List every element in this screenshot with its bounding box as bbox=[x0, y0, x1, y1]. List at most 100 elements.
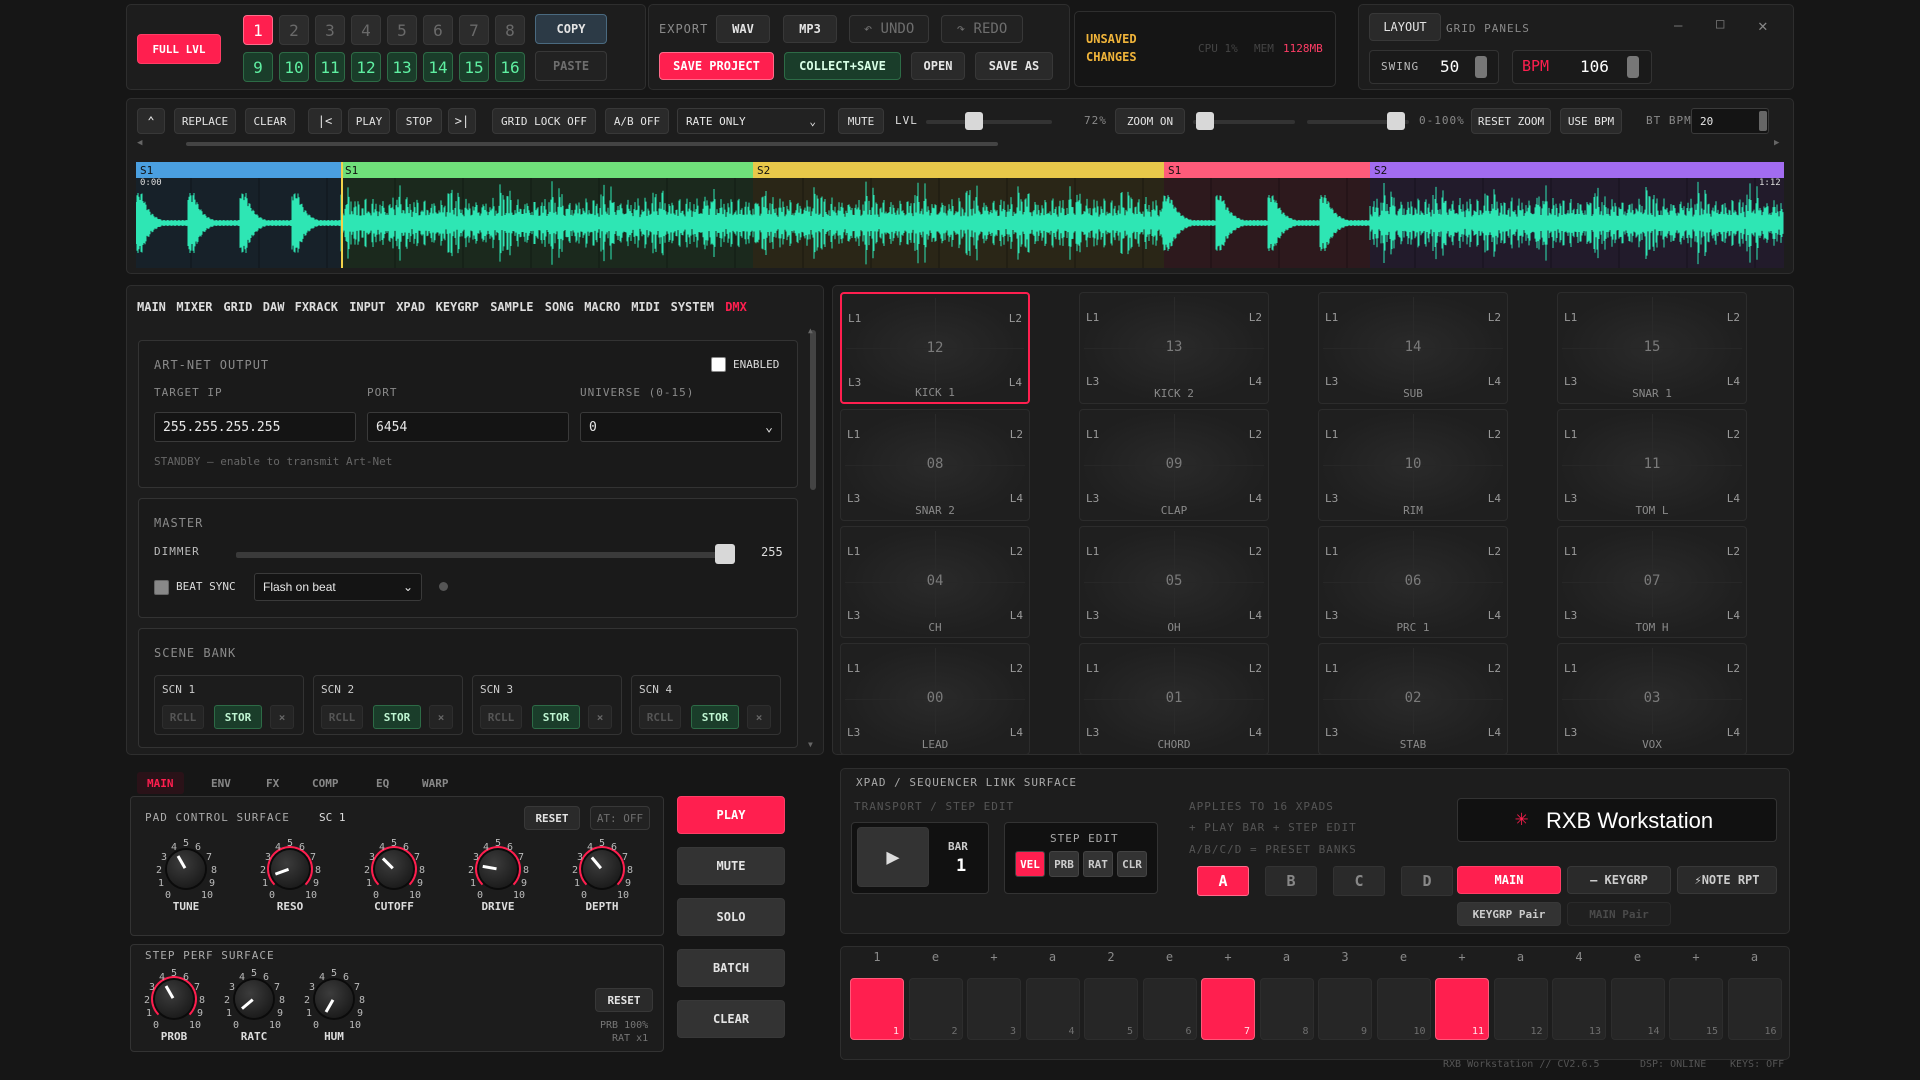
keygrp-mode-button[interactable]: — KEYGRP bbox=[1567, 866, 1671, 894]
pad-control-tab-eq[interactable]: EQ bbox=[366, 772, 399, 794]
side-clear-button[interactable]: CLEAR bbox=[677, 1000, 785, 1038]
ab-button[interactable]: A/B OFF bbox=[605, 108, 669, 134]
step-button[interactable]: 13 bbox=[1552, 978, 1606, 1040]
pad-control-tab-warp[interactable]: WARP bbox=[412, 772, 459, 794]
xpad[interactable]: L1 L2 L3 L4 10 RIM bbox=[1318, 409, 1508, 521]
dimmer-slider[interactable] bbox=[236, 552, 726, 558]
use-bpm-button[interactable]: USE BPM bbox=[1560, 108, 1622, 134]
slot-button-9[interactable]: 9 bbox=[243, 52, 273, 82]
knob-ratc[interactable]: 0 1 2 3 4 5 6 7 8 9 10 RATC bbox=[223, 968, 285, 1044]
step-mode-prb[interactable]: PRB bbox=[1049, 851, 1079, 877]
slot-button-6[interactable]: 6 bbox=[423, 15, 453, 45]
mp3-button[interactable]: MP3 bbox=[783, 15, 837, 43]
step-button[interactable]: 11 bbox=[1435, 978, 1489, 1040]
dimmer-slider-thumb[interactable] bbox=[715, 544, 735, 564]
segment-header[interactable] bbox=[1164, 162, 1370, 178]
step-button[interactable]: 5 bbox=[1084, 978, 1138, 1040]
bank-button-d[interactable]: D bbox=[1401, 866, 1453, 896]
enabled-checkbox[interactable] bbox=[711, 357, 726, 372]
slot-button-5[interactable]: 5 bbox=[387, 15, 417, 45]
nav-tab-sample[interactable]: SAMPLE bbox=[490, 300, 533, 314]
slot-button-16[interactable]: 16 bbox=[495, 52, 525, 82]
universe-select[interactable]: 0 ⌄ bbox=[580, 412, 782, 442]
delete-scene-button[interactable]: × bbox=[270, 705, 294, 729]
nav-tab-grid[interactable]: GRID bbox=[223, 300, 252, 314]
nav-tab-midi[interactable]: MIDI bbox=[631, 300, 660, 314]
swing-handle[interactable] bbox=[1475, 56, 1487, 78]
open-button[interactable]: OPEN bbox=[911, 52, 965, 80]
xpad[interactable]: L1 L2 L3 L4 11 TOM L bbox=[1557, 409, 1747, 521]
nav-tab-xpad[interactable]: XPAD bbox=[396, 300, 425, 314]
nav-tab-input[interactable]: INPUT bbox=[349, 300, 385, 314]
nav-tab-main[interactable]: MAIN bbox=[137, 300, 166, 314]
knob-hum[interactable]: 0 1 2 3 4 5 6 7 8 9 10 HUM bbox=[303, 968, 365, 1044]
main-pair-button[interactable]: MAIN Pair bbox=[1567, 902, 1671, 926]
nav-tab-mixer[interactable]: MIXER bbox=[176, 300, 212, 314]
delete-scene-button[interactable]: × bbox=[429, 705, 453, 729]
full-level-button[interactable]: FULL LVL bbox=[137, 34, 221, 64]
nav-tab-keygrp[interactable]: KEYGRP bbox=[436, 300, 479, 314]
maximize-icon[interactable]: □ bbox=[1716, 16, 1724, 32]
knob-tune[interactable]: 0 1 2 3 4 5 6 7 8 9 10 TUNE bbox=[155, 838, 217, 914]
delete-scene-button[interactable]: × bbox=[588, 705, 612, 729]
scroll-right-icon[interactable]: ▶ bbox=[1774, 138, 1779, 148]
slot-button-10[interactable]: 10 bbox=[279, 52, 309, 82]
slot-button-2[interactable]: 2 bbox=[279, 15, 309, 45]
note-rpt-button[interactable]: ⚡NOTE RPT bbox=[1677, 866, 1777, 894]
step-mode-clr[interactable]: CLR bbox=[1117, 851, 1147, 877]
slot-button-14[interactable]: 14 bbox=[423, 52, 453, 82]
store-button[interactable]: STOR bbox=[532, 705, 580, 729]
lvl-slider-thumb[interactable] bbox=[965, 112, 983, 130]
xpad[interactable]: L1 L2 L3 L4 00 LEAD bbox=[840, 643, 1030, 755]
store-button[interactable]: STOR bbox=[691, 705, 739, 729]
segment-header[interactable] bbox=[341, 162, 753, 178]
replace-button[interactable]: REPLACE bbox=[174, 108, 236, 134]
slot-button-7[interactable]: 7 bbox=[459, 15, 489, 45]
close-icon[interactable]: ✕ bbox=[1758, 16, 1768, 35]
xpad[interactable]: L1 L2 L3 L4 05 OH bbox=[1079, 526, 1269, 638]
stop-transport-button[interactable]: STOP bbox=[396, 108, 442, 134]
xpad[interactable]: L1 L2 L3 L4 09 CLAP bbox=[1079, 409, 1269, 521]
slot-button-11[interactable]: 11 bbox=[315, 52, 345, 82]
segment-header[interactable] bbox=[753, 162, 1164, 178]
save-project-button[interactable]: SAVE PROJECT bbox=[659, 52, 774, 80]
bt-bpm-handle[interactable] bbox=[1759, 111, 1767, 131]
step-button[interactable]: 15 bbox=[1669, 978, 1723, 1040]
step-button[interactable]: 12 bbox=[1493, 978, 1548, 1040]
xpad[interactable]: L1 L2 L3 L4 01 CHORD bbox=[1079, 643, 1269, 755]
waveform-display[interactable]: S1 S1 S2 S1 S2 bbox=[136, 162, 1784, 268]
nav-tab-daw[interactable]: DAW bbox=[263, 300, 285, 314]
bank-button-b[interactable]: B bbox=[1265, 866, 1317, 896]
knob-reso[interactable]: 0 1 2 3 4 5 6 7 8 9 10 RESO bbox=[259, 838, 321, 914]
step-button[interactable]: 2 bbox=[908, 978, 963, 1040]
nav-tab-system[interactable]: SYSTEM bbox=[671, 300, 714, 314]
step-button[interactable]: 8 bbox=[1259, 978, 1314, 1040]
redo-button[interactable]: ↷ REDO bbox=[941, 15, 1023, 43]
xpad[interactable]: L1 L2 L3 L4 07 TOM H bbox=[1557, 526, 1747, 638]
side-batch-button[interactable]: BATCH bbox=[677, 949, 785, 987]
xpad[interactable]: L1 L2 L3 L4 14 SUB bbox=[1318, 292, 1508, 404]
recall-button[interactable]: RCLL bbox=[321, 705, 363, 729]
knob-depth[interactable]: 0 1 2 3 4 5 6 7 8 9 10 DEPTH bbox=[571, 838, 633, 914]
copy-button[interactable]: COPY bbox=[535, 14, 607, 44]
go-end-button[interactable]: >| bbox=[448, 108, 476, 134]
pad-reset-button[interactable]: RESET bbox=[524, 806, 580, 830]
xpad[interactable]: L1 L2 L3 L4 08 SNAR 2 bbox=[840, 409, 1030, 521]
slot-button-15[interactable]: 15 bbox=[459, 52, 489, 82]
step-button[interactable]: 10 bbox=[1376, 978, 1431, 1040]
reset-zoom-button[interactable]: RESET ZOOM bbox=[1471, 108, 1551, 134]
xpad[interactable]: L1 L2 L3 L4 12 KICK 1 bbox=[840, 292, 1030, 404]
step-mode-vel[interactable]: VEL bbox=[1015, 851, 1045, 877]
range-slider-thumb[interactable] bbox=[1387, 112, 1405, 130]
bank-button-c[interactable]: C bbox=[1333, 866, 1385, 896]
slot-button-13[interactable]: 13 bbox=[387, 52, 417, 82]
segment-header[interactable] bbox=[1370, 162, 1784, 178]
xpad[interactable]: L1 L2 L3 L4 15 SNAR 1 bbox=[1557, 292, 1747, 404]
flash-select[interactable]: Flash on beat ⌄ bbox=[254, 573, 422, 601]
keygrp-pair-button[interactable]: KEYGRP Pair bbox=[1457, 902, 1561, 926]
knob-cutoff[interactable]: 0 1 2 3 4 5 6 7 8 9 10 CUTOFF bbox=[363, 838, 425, 914]
pad-control-tab-fx[interactable]: FX bbox=[256, 772, 289, 794]
go-start-button[interactable]: |< bbox=[308, 108, 342, 134]
slot-button-4[interactable]: 4 bbox=[351, 15, 381, 45]
side-solo-button[interactable]: SOLO bbox=[677, 898, 785, 936]
